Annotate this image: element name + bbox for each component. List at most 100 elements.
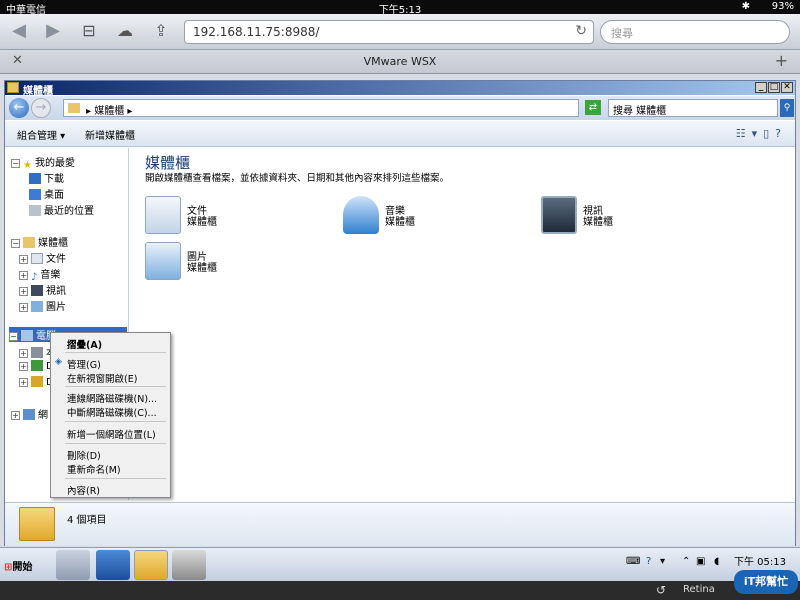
window-titlebar[interactable]: 媒體櫃 _ □ ✕ [5,81,795,97]
tree-libraries[interactable]: − 媒體櫃 [11,234,68,249]
server-manager-icon[interactable] [56,550,90,580]
expand-icon[interactable]: + [19,362,28,371]
expand-icon[interactable]: + [19,287,28,296]
retina-toggle[interactable]: Retina [683,584,715,595]
library-music[interactable]: 音樂 媒體櫃 [343,196,543,240]
expand-icon[interactable]: + [19,255,28,264]
expand-icon[interactable]: + [19,349,28,358]
start-label: 開始 [12,562,33,573]
library-icon [23,237,35,248]
maximize-button[interactable]: □ [768,82,780,93]
url-field[interactable]: 192.168.11.75:8988/ ↻ [184,20,594,44]
volume-muted-icon[interactable]: ◖ [714,556,719,567]
show-hidden-icon[interactable]: ⌃ [682,556,690,567]
add-tab-icon[interactable]: + [775,51,788,70]
back-icon[interactable]: ← [9,98,29,118]
menu-item-collapse[interactable]: 摺疊(A) [67,337,102,351]
menu-item-disconnect-drive[interactable]: 中斷網路磁碟機(C)... [67,405,157,419]
pictures-icon [31,301,43,312]
tools-icon[interactable] [172,550,206,580]
tree-label: 網 [38,410,48,421]
tree-label: 我的最愛 [34,158,75,169]
library-type: 媒體櫃 [385,217,415,228]
address-field[interactable]: ▸ 媒體櫃 ▸ [63,99,579,117]
start-button[interactable]: ⊞開始 [2,554,40,576]
menu-item-open-new-window[interactable]: 在新視窗開啟(E) [67,371,137,385]
tree-label: 桌面 [44,190,64,201]
tree-label: 文件 [46,254,66,265]
menu-item-rename[interactable]: 重新命名(M) [67,462,121,476]
content-pane: 媒體櫃 開啟媒體櫃查看檔案，並依據資料夾、日期和其他內容來排列這些檔案。 文件 … [131,148,795,500]
documents-icon [31,253,43,264]
rotate-icon[interactable]: ↺ [656,583,666,597]
explorer-taskbar-icon[interactable] [134,550,168,580]
tree-item-desktop[interactable]: 桌面 [29,186,64,201]
tree-label: 下載 [44,174,64,185]
tree-item-drive[interactable]: +D [19,376,54,388]
dvd-drive-icon [31,360,43,371]
menu-separator [65,352,166,353]
view-options-icon[interactable]: ☷▾▯? [736,127,787,140]
organize-button[interactable]: 組合管理 ▾ [17,127,65,142]
close-button[interactable]: ✕ [781,82,793,93]
search-icon[interactable]: ⚲ [780,99,794,117]
collapse-icon[interactable]: − [9,332,18,341]
tree-item-documents[interactable]: + 文件 [19,250,66,265]
forward-icon[interactable]: → [31,98,51,118]
library-videos[interactable]: 視訊 媒體櫃 [541,196,741,240]
reload-icon[interactable]: ↻ [575,23,587,39]
library-documents[interactable]: 文件 媒體櫃 [145,196,345,240]
tree-item-downloads[interactable]: 下載 [29,170,64,185]
browser-search-placeholder: 搜尋 [611,27,633,40]
forward-arrow-icon[interactable]: ▶ [42,20,64,42]
library-type: 媒體櫃 [187,217,217,228]
keyboard-icon[interactable]: ⌨ [626,556,640,567]
powershell-icon[interactable] [96,550,130,580]
address-path: ▸ 媒體櫃 ▸ [86,106,133,117]
collapse-icon[interactable]: − [11,239,20,248]
menu-item-properties[interactable]: 內容(R) [67,483,100,497]
menu-separator [65,478,166,479]
back-arrow-icon[interactable]: ◀ [8,20,30,42]
expand-icon[interactable]: + [11,411,20,420]
collapse-icon[interactable]: − [11,159,20,168]
bookmarks-icon[interactable]: ⊟ [78,20,100,42]
browser-search-field[interactable]: 搜尋 [600,20,790,44]
tree-favorites[interactable]: − ★ 我的最愛 [11,154,75,171]
share-icon[interactable]: ⇪ [150,20,172,42]
help-icon[interactable]: ? [646,556,651,567]
taskbar-clock[interactable]: 下午 05:13 [734,553,786,568]
dropdown-icon[interactable]: ▾ [660,556,665,567]
library-search-field[interactable]: 搜尋 媒體櫃 [608,99,778,117]
window-controls: _ □ ✕ [755,82,793,93]
network-tray-icon[interactable]: ▣ [696,556,705,567]
shield-icon: ◈ [55,357,62,367]
tab-title[interactable]: VMware WSX [0,55,800,68]
tree-item-music[interactable]: + ♪ 音樂 [19,266,60,283]
tree-item-pictures[interactable]: + 圖片 [19,298,66,313]
tree-item-recent[interactable]: 最近的位置 [29,202,94,217]
expand-icon[interactable]: + [19,271,28,280]
recent-places-icon [29,205,41,216]
cloud-icon[interactable]: ☁ [114,20,136,42]
menu-item-map-drive[interactable]: 連線網路磁碟機(N)... [67,391,157,405]
video-library-icon [541,196,577,234]
menu-item-add-network-location[interactable]: 新增一個網路位置(L) [67,427,156,441]
tree-item-drive[interactable]: +D [19,360,54,372]
library-pictures[interactable]: 圖片 媒體櫃 [145,242,345,286]
expand-icon[interactable]: + [19,303,28,312]
tree-item-videos[interactable]: + 視訊 [19,282,66,297]
ios-status-bar: 中華電信 下午5:13 ✱ 93% [0,0,800,16]
menu-separator [65,421,166,422]
tree-network[interactable]: + 網 [11,406,48,421]
documents-library-icon [145,196,181,234]
minimize-button[interactable]: _ [755,82,767,93]
menu-item-delete[interactable]: 刪除(D) [67,448,101,462]
new-library-button[interactable]: 新增媒體櫃 [85,127,135,142]
network-icon [23,409,35,420]
tree-label: 最近的位置 [44,206,94,217]
browser-toolbar: ◀ ▶ ⊟ ☁ ⇪ 192.168.11.75:8988/ ↻ 搜尋 [0,14,800,50]
menu-item-manage[interactable]: 管理(G) [67,357,101,371]
refresh-icon[interactable]: ⇄ [585,100,601,115]
expand-icon[interactable]: + [19,378,28,387]
